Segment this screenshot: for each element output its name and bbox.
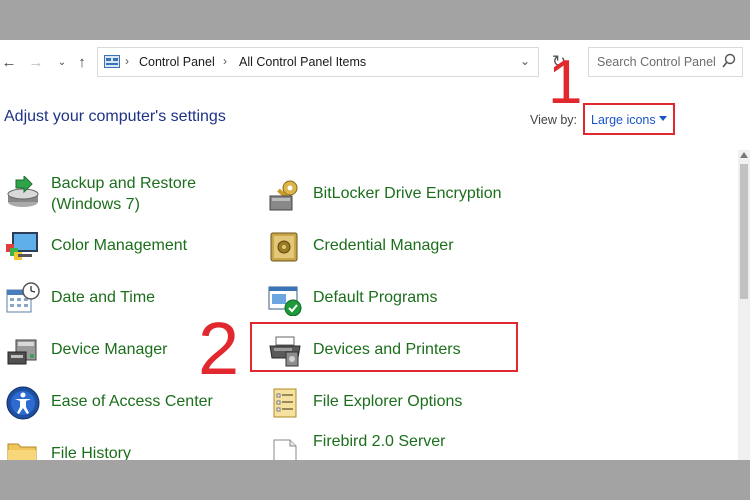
item-ease-of-access-center[interactable]: Ease of Access Center	[6, 384, 226, 424]
device-manager-icon	[7, 339, 37, 365]
bitlocker-keys-icon	[269, 180, 298, 211]
step-2-annotation: 2	[198, 307, 240, 390]
item-file-history[interactable]: File History	[6, 436, 206, 460]
dropdown-caret-icon	[659, 116, 667, 121]
document-icon	[273, 439, 297, 460]
devices-and-printers-highlight	[250, 322, 518, 372]
address-bar[interactable]: › Control Panel › All Control Panel Item…	[97, 47, 539, 77]
forward-arrow-icon[interactable]: →	[27, 52, 45, 74]
credential-safe-icon	[270, 232, 298, 262]
recent-locations-chevron-icon[interactable]: ⌄	[53, 52, 71, 74]
page-title: Adjust your computer's settings	[4, 108, 226, 125]
bottom-gray-band	[0, 460, 750, 500]
scroll-up-arrow-icon[interactable]	[740, 152, 748, 158]
items-list: Backup and Restore (Windows 7) Color Man…	[0, 150, 738, 460]
item-credential-manager[interactable]: Credential Manager	[268, 228, 508, 268]
item-backup-and-restore[interactable]: Backup and Restore (Windows 7)	[6, 174, 226, 226]
back-arrow-icon[interactable]: ←	[0, 52, 18, 74]
item-label: Default Programs	[313, 289, 438, 306]
search-icon[interactable]	[722, 53, 736, 69]
view-by-value: Large icons	[591, 113, 656, 127]
item-label: Ease of Access Center	[51, 393, 213, 410]
control-panel-window: ← → ⌄ ↑ › Control Panel › All Control Pa…	[0, 40, 750, 460]
item-color-management[interactable]: Color Management	[6, 228, 206, 268]
item-file-explorer-options[interactable]: File Explorer Options	[268, 384, 508, 424]
default-programs-icon	[268, 286, 302, 316]
item-label: Backup and Restore	[51, 175, 196, 192]
color-management-icon	[6, 232, 38, 260]
step-1-annotation: 1	[548, 48, 583, 117]
view-by-dropdown[interactable]: Large icons	[583, 103, 675, 135]
partial-item-icon	[10, 150, 40, 154]
up-arrow-icon[interactable]: ↑	[73, 52, 91, 74]
item-bitlocker[interactable]: BitLocker Drive Encryption	[268, 176, 528, 216]
item-label: Credential Manager	[313, 237, 454, 254]
ease-of-access-icon	[6, 386, 40, 420]
item-label: File History	[51, 445, 132, 460]
item-label: File Explorer Options	[313, 393, 463, 410]
breadcrumb-separator-icon: ›	[223, 54, 227, 68]
partial-item-icon	[268, 150, 304, 156]
scrollbar-thumb[interactable]	[740, 164, 748, 299]
item-label: Color Management	[51, 237, 188, 254]
item-default-programs[interactable]: Default Programs	[268, 280, 508, 320]
item-label-line2: (Windows 7)	[51, 196, 140, 213]
breadcrumb-all-items[interactable]: All Control Panel Items	[239, 55, 366, 69]
item-firebird-server[interactable]: Firebird 2.0 Server	[268, 433, 508, 460]
navigation-bar: ← → ⌄ ↑ › Control Panel › All Control Pa…	[0, 40, 750, 87]
breadcrumb-control-panel[interactable]: Control Panel	[139, 55, 215, 69]
address-dropdown-chevron-icon[interactable]: ⌄	[520, 54, 530, 68]
breadcrumb-separator-icon: ›	[125, 54, 129, 68]
calendar-clock-icon	[6, 282, 40, 313]
vertical-scrollbar[interactable]	[738, 150, 750, 460]
backup-icon	[7, 176, 39, 207]
folder-options-icon	[273, 388, 297, 418]
item-date-and-time[interactable]: Date and Time	[6, 280, 206, 320]
item-label: Firebird 2.0 Server	[313, 433, 446, 450]
item-label: Date and Time	[51, 289, 156, 306]
item-label: BitLocker Drive Encryption	[313, 185, 502, 202]
item-device-manager[interactable]: Device Manager	[6, 332, 206, 372]
control-panel-icon	[104, 55, 120, 68]
search-input[interactable]: Search Control Panel	[588, 47, 743, 77]
search-placeholder: Search Control Panel	[597, 55, 716, 69]
file-history-icon	[7, 443, 37, 460]
item-label: Device Manager	[51, 341, 168, 358]
top-gray-band	[0, 0, 750, 40]
